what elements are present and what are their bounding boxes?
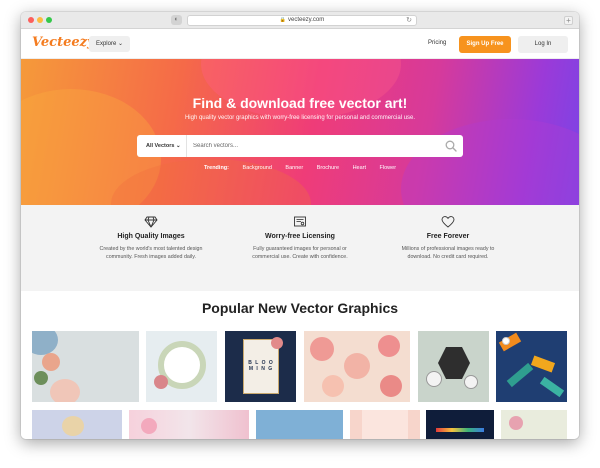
- feature-description-line: commercial use. Create with confidence.: [252, 254, 348, 260]
- vector-thumbnail[interactable]: [418, 331, 489, 402]
- feature-licensing: Worry-free Licensing Fully guaranteed im…: [225, 215, 375, 261]
- vector-thumbnail[interactable]: [256, 410, 343, 439]
- vector-thumbnail[interactable]: [426, 410, 494, 439]
- trending-link[interactable]: Flower: [380, 165, 397, 171]
- feature-high-quality: High Quality Images Created by the world…: [76, 215, 226, 261]
- sign-up-button[interactable]: Sign Up Free: [459, 36, 511, 53]
- hero-banner: Find & download free vector art! High qu…: [21, 59, 579, 205]
- minimize-window-button[interactable]: [37, 17, 43, 23]
- heart-icon: [441, 216, 455, 228]
- hero-title: Find & download free vector art!: [192, 95, 408, 111]
- maximize-window-button[interactable]: [46, 17, 52, 23]
- trending-link[interactable]: Background: [243, 165, 272, 171]
- flower-decoration: [62, 416, 84, 436]
- vecteezy-logo[interactable]: Vecteezy: [32, 35, 95, 50]
- flower-decoration: [271, 337, 283, 349]
- flower-decoration: [509, 416, 523, 430]
- log-in-button[interactable]: Log In: [518, 36, 568, 53]
- feature-title: Worry-free Licensing: [265, 233, 335, 240]
- lock-icon: 🔒: [279, 17, 286, 23]
- close-window-button[interactable]: [28, 17, 34, 23]
- hexagon-frame: [438, 347, 470, 379]
- leaf-decoration: [506, 362, 534, 388]
- feature-description-line: Fully guaranteed images for personal or: [253, 246, 347, 252]
- feature-description-line: download. No credit card required.: [407, 254, 489, 260]
- license-icon: [294, 216, 306, 227]
- search-category-select[interactable]: All Vectors ⌄: [137, 135, 187, 157]
- vector-thumbnail[interactable]: B L O O M I N G: [225, 331, 296, 402]
- feature-description: Fully guaranteed images for personal or c…: [225, 245, 375, 261]
- trending-link[interactable]: Banner: [285, 165, 303, 171]
- browser-titlebar: ◐ 🔒 vecteezy.com ↻ +: [21, 12, 579, 29]
- feature-description: Created by the world's most talented des…: [76, 245, 226, 261]
- diamond-icon: [144, 216, 158, 228]
- flower-decoration: [32, 331, 58, 355]
- feature-description-line: Millions of professional images ready to: [401, 246, 495, 252]
- feature-description-line: community. Fresh images added daily.: [106, 254, 196, 260]
- flower-decoration: [310, 337, 334, 361]
- blossom-decoration: [141, 418, 157, 434]
- vector-thumbnail[interactable]: [304, 331, 410, 402]
- reload-icon[interactable]: ↻: [406, 16, 412, 25]
- features-section: High Quality Images Created by the world…: [21, 205, 579, 291]
- site-header: Vecteezy Explore ⌄ Pricing Sign Up Free …: [21, 29, 579, 59]
- new-tab-button[interactable]: +: [564, 16, 573, 25]
- bird-of-paradise-flower: [530, 355, 556, 373]
- vector-thumbnail[interactable]: [496, 331, 567, 402]
- flower-decoration: [50, 379, 80, 402]
- flower-decoration: [154, 375, 168, 389]
- feature-description: Millions of professional images ready to…: [373, 245, 523, 261]
- vector-thumbnail[interactable]: [350, 410, 420, 439]
- hero-background-shape: [401, 119, 579, 205]
- leaf-decoration: [539, 376, 565, 398]
- flower-decoration: [322, 375, 344, 397]
- vector-thumbnail[interactable]: [501, 410, 567, 439]
- url-text: vecteezy.com: [288, 17, 325, 23]
- popular-title: Popular New Vector Graphics: [201, 300, 399, 316]
- leaf-decoration: [34, 371, 48, 385]
- vector-thumbnail[interactable]: [32, 410, 122, 439]
- card-decoration: [362, 410, 408, 439]
- hero-subtitle: High quality vector graphics with worry-…: [184, 115, 416, 121]
- search-icon[interactable]: [444, 139, 458, 153]
- flower-decoration: [380, 375, 402, 397]
- flower-decoration: [344, 353, 370, 379]
- address-bar[interactable]: 🔒 vecteezy.com ↻: [187, 15, 417, 26]
- favorite-icon[interactable]: [502, 337, 510, 345]
- flower-decoration: [378, 335, 400, 357]
- pricing-link[interactable]: Pricing: [428, 40, 446, 46]
- flower-decoration: [42, 353, 60, 371]
- skyline-decoration: [436, 428, 484, 432]
- blooming-text: B L O O M I N G: [248, 360, 274, 372]
- feature-free-forever: Free Forever Millions of professional im…: [373, 215, 523, 261]
- feature-title: Free Forever: [426, 233, 470, 240]
- search-input[interactable]: [193, 140, 433, 152]
- explore-menu-button[interactable]: Explore ⌄: [89, 36, 130, 52]
- trending-link[interactable]: Brochure: [317, 165, 339, 171]
- feature-description-line: Created by the world's most talented des…: [99, 246, 203, 252]
- trending-link[interactable]: Heart: [353, 165, 366, 171]
- popular-section: Popular New Vector Graphics B L O O M I …: [21, 291, 579, 439]
- feature-title: High Quality Images: [117, 233, 185, 240]
- privacy-shield-icon[interactable]: ◐: [171, 15, 182, 25]
- vector-thumbnail[interactable]: [146, 331, 217, 402]
- trending-label: Trending:: [203, 165, 229, 171]
- flower-decoration: [464, 375, 478, 389]
- trending-searches: Trending: Background Banner Brochure Hea…: [21, 165, 579, 171]
- vector-thumbnail[interactable]: [129, 410, 249, 439]
- vector-thumbnail[interactable]: [32, 331, 139, 402]
- flower-decoration: [426, 371, 442, 387]
- search-box: All Vectors ⌄: [137, 135, 463, 157]
